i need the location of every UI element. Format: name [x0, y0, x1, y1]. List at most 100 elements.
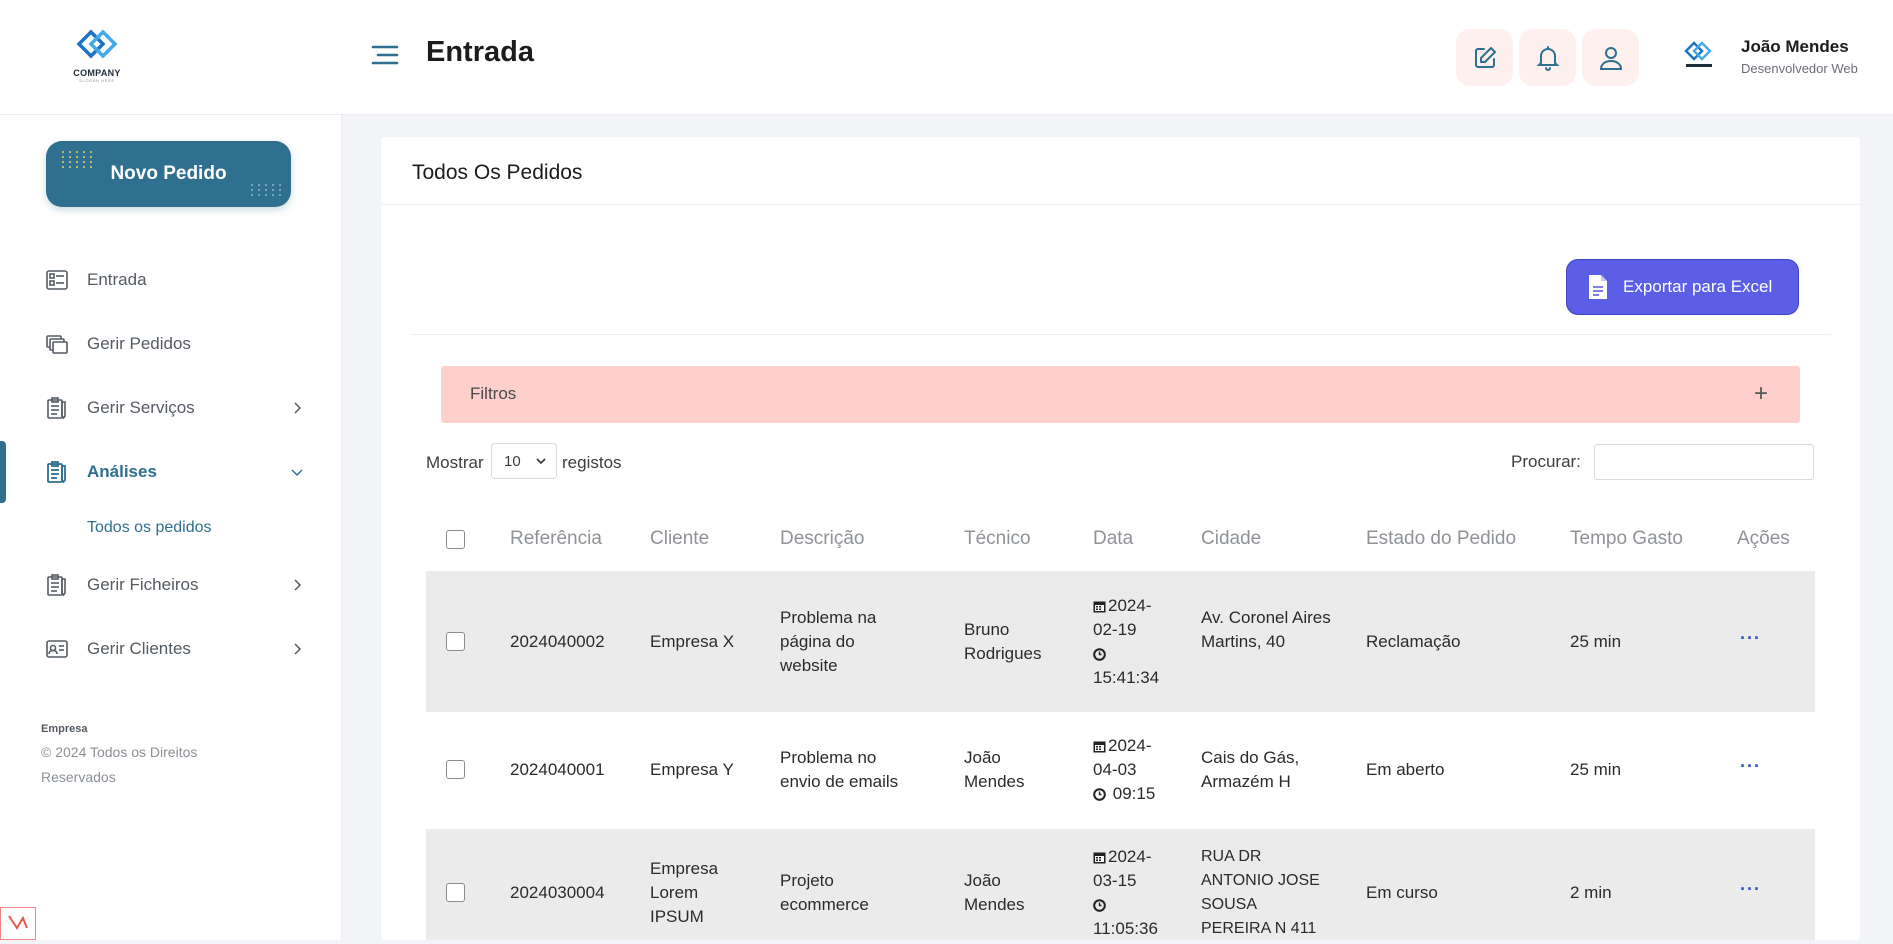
order-status: Em aberto [1366, 760, 1445, 779]
order-city: RUA DR ANTONIO JOSE SOUSA PEREIRA N 411 [1201, 848, 1320, 937]
row-actions-icon[interactable]: ··· [1740, 879, 1761, 900]
column-header[interactable]: Descrição [780, 528, 864, 550]
sidebar-item-label: Gerir Serviços [87, 398, 195, 417]
profile-button[interactable] [1582, 29, 1639, 86]
select-all-checkbox[interactable] [446, 530, 465, 549]
table-row[interactable]: 2024030004 Empresa Lorem IPSUM Projeto e… [426, 829, 1815, 940]
notifications-button[interactable] [1519, 29, 1576, 86]
footer-copyright: © 2024 Todos os Direitos Reservados [41, 744, 198, 785]
order-client: Empresa X [650, 632, 735, 651]
show-entries-label: Mostrar [426, 453, 484, 472]
dots-decoration [251, 184, 283, 196]
new-order-button[interactable]: Novo Pedido [46, 141, 291, 207]
sidebar-item-label: Gerir Ficheiros [87, 575, 199, 594]
clipboard-icon [47, 397, 66, 420]
row-actions-icon[interactable]: ··· [1740, 756, 1761, 777]
entries-per-page-value: 10 [504, 452, 521, 470]
calendar-icon [1093, 601, 1106, 613]
row-actions-icon[interactable]: ··· [1740, 628, 1761, 649]
sidebar-item-entrada[interactable]: Entrada [0, 258, 342, 302]
column-header[interactable]: Cliente [650, 528, 709, 550]
table-row[interactable]: 2024040002 Empresa X Problema na página … [426, 571, 1815, 712]
orders-card: Todos Os Pedidos Exportar para Excel Fil… [381, 137, 1860, 940]
order-time-value: 09:15 [1112, 784, 1156, 803]
order-date: 2024-03-15 11:05:36 [1093, 845, 1173, 941]
chevron-right-icon [294, 579, 302, 591]
order-ref: 2024040001 [510, 760, 605, 779]
column-header[interactable]: Cidade [1201, 528, 1261, 550]
column-header[interactable]: Data [1093, 528, 1133, 550]
inbox-icon [46, 270, 68, 290]
row-checkbox[interactable] [446, 760, 465, 779]
sidebar-subitem-todos-os-pedidos[interactable]: Todos os pedidos [87, 519, 212, 537]
order-city: Av. Coronel Aires Martins, 40 [1201, 608, 1331, 651]
order-time-spent: 25 min [1570, 760, 1622, 779]
column-header[interactable]: Referência [510, 528, 602, 550]
filters-label: Filtros [470, 384, 517, 403]
plus-icon: + [1754, 380, 1769, 407]
search-input[interactable] [1594, 444, 1814, 480]
sidebar-item-gerir-clientes[interactable]: Gerir Clientes [0, 627, 342, 671]
order-status: Reclamação [1366, 632, 1461, 651]
order-description: Problema na página do website [780, 608, 877, 675]
order-client: Empresa Lorem IPSUM [650, 859, 719, 926]
filters-panel-toggle[interactable]: Filtros + [441, 366, 1800, 423]
dots-decoration [62, 151, 94, 168]
order-client: Empresa Y [650, 760, 734, 779]
sidebar-item-gerir-pedidos[interactable]: Gerir Pedidos [0, 322, 342, 366]
table-row[interactable]: 2024040001 Empresa Y Problema no envio d… [426, 712, 1815, 829]
divider [411, 334, 1831, 335]
order-ref: 2024040002 [510, 632, 605, 651]
export-excel-button[interactable]: Exportar para Excel [1566, 259, 1799, 315]
logo-mark-icon [76, 29, 118, 59]
sidebar-item-analises[interactable]: Análises [0, 450, 342, 494]
sidebar-item-label: Gerir Clientes [87, 639, 191, 658]
sidebar-item-gerir-servicos[interactable]: Gerir Serviços [0, 386, 342, 430]
row-checkbox[interactable] [446, 632, 465, 651]
menu-toggle-icon[interactable] [370, 40, 400, 70]
calendar-icon [1093, 852, 1106, 864]
order-status: Em curso [1366, 883, 1438, 902]
column-header[interactable]: Estado do Pedido [1366, 528, 1516, 550]
debug-widget-icon[interactable] [0, 907, 36, 940]
search-label: Procurar: [1511, 452, 1581, 471]
column-header[interactable]: Técnico [964, 528, 1031, 550]
chevron-right-icon [294, 643, 302, 655]
user-role: Desenvolvedor Web [1741, 61, 1858, 76]
column-header[interactable]: Ações [1737, 528, 1790, 550]
avatar[interactable] [1680, 40, 1718, 74]
company-logo[interactable]: COMPANY SLOGAN HERE [64, 28, 130, 86]
user-name: João Mendes [1741, 37, 1849, 56]
order-technician: João Mendes [964, 748, 1025, 791]
id-card-icon [46, 640, 68, 658]
sidebar-item-label: Entrada [87, 270, 147, 289]
user-icon [1599, 46, 1622, 70]
edit-icon [1474, 46, 1496, 68]
top-bar: COMPANY SLOGAN HERE Entrada João Mendes … [0, 0, 1893, 115]
row-checkbox[interactable] [446, 883, 465, 902]
logo-text: COMPANY [73, 68, 121, 78]
sidebar: Novo Pedido Entrada Gerir Pedidos Gerir … [0, 115, 342, 940]
edit-button[interactable] [1456, 29, 1513, 86]
order-technician: Bruno Rodrigues [964, 620, 1042, 663]
footer-company: Empresa [41, 723, 88, 735]
chevron-right-icon [294, 402, 302, 414]
sidebar-item-gerir-ficheiros[interactable]: Gerir Ficheiros [0, 563, 342, 607]
orders-icon [46, 335, 68, 354]
bell-icon [1536, 45, 1559, 71]
sidebar-item-label: Gerir Pedidos [87, 334, 191, 353]
logo-slogan: SLOGAN HERE [79, 78, 115, 83]
clock-icon [1093, 899, 1106, 912]
document-icon [1589, 275, 1607, 299]
order-ref: 2024030004 [510, 883, 605, 902]
entries-per-page-select[interactable]: 10 [491, 443, 557, 479]
table-header: Referência Cliente Descrição Técnico Dat… [426, 508, 1815, 571]
order-time-spent: 25 min [1570, 632, 1622, 651]
order-time-value: 15:41:34 [1093, 668, 1160, 687]
sidebar-item-label: Análises [87, 462, 157, 481]
card-header: Todos Os Pedidos [381, 137, 1860, 205]
clock-icon [1093, 648, 1106, 661]
column-header[interactable]: Tempo Gasto [1570, 528, 1683, 550]
export-excel-label: Exportar para Excel [1623, 277, 1773, 296]
order-time-value: 11:05:36 [1093, 919, 1158, 938]
